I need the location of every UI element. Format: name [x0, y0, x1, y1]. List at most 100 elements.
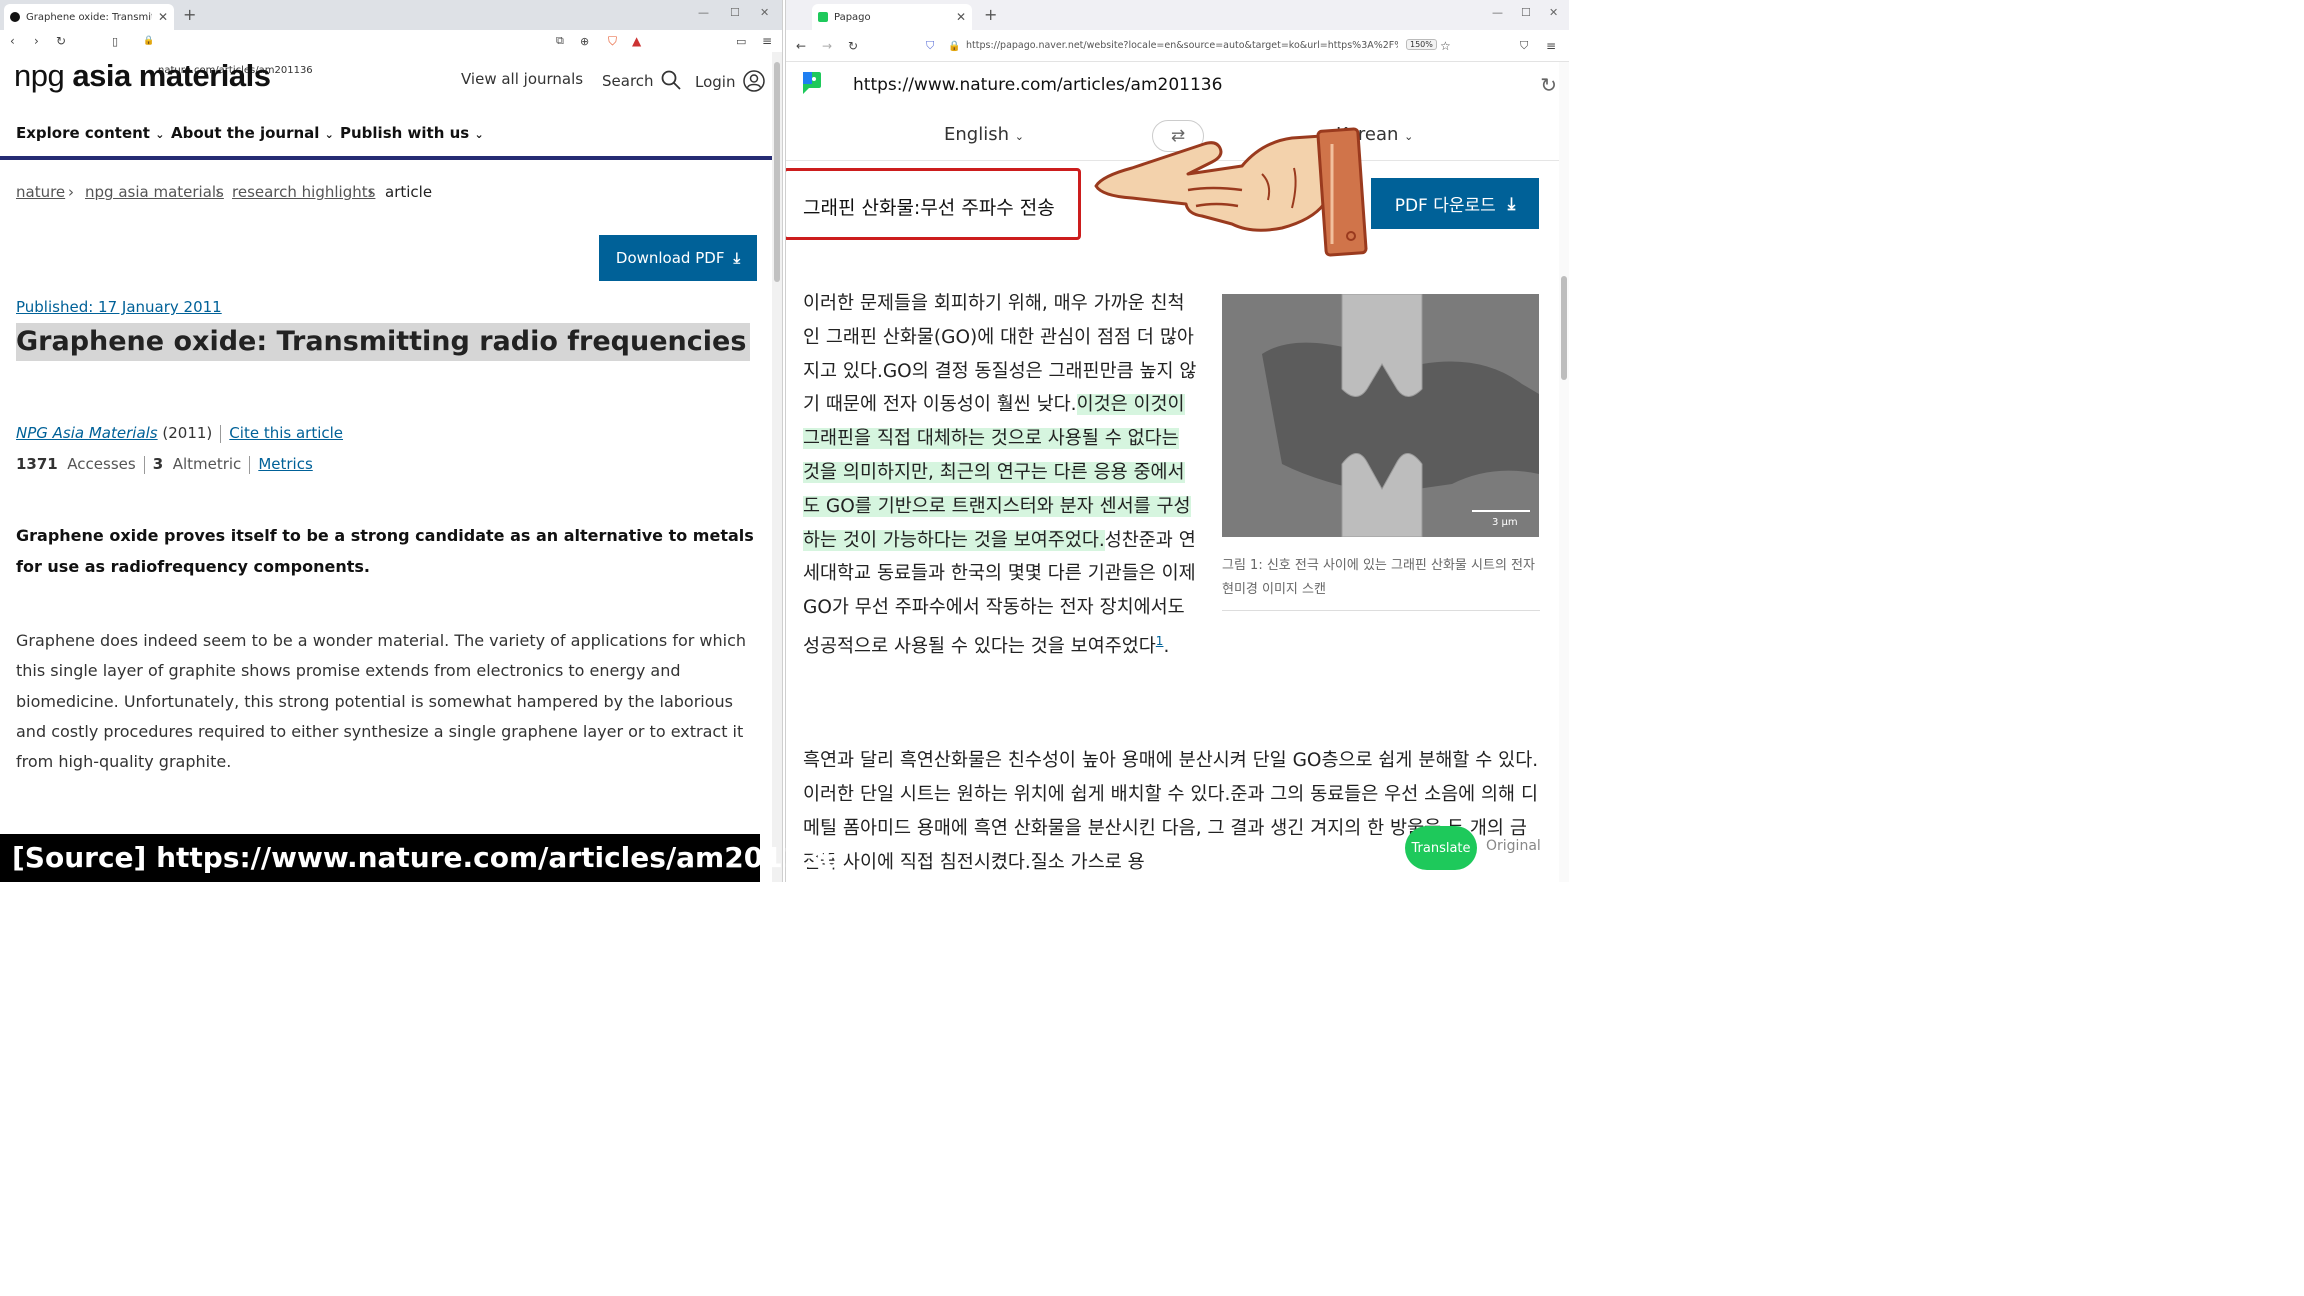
close-window-icon[interactable]: ✕	[760, 6, 769, 19]
minimize-icon[interactable]: —	[698, 6, 709, 19]
maximize-icon[interactable]: ☐	[730, 6, 740, 19]
minimize-icon[interactable]: —	[1492, 6, 1503, 19]
altmetric-count: 3	[152, 455, 164, 473]
download-icon: ⤓	[733, 249, 741, 267]
chevron-down-icon: ⌄	[324, 128, 334, 141]
tracking-shield-icon[interactable]: ⛉	[926, 39, 934, 53]
brave-shield-icon[interactable]: ⛉	[608, 34, 617, 49]
source-caption-bar: [Source] https://www.nature.com/articles…	[0, 834, 841, 882]
close-tab-icon[interactable]: ✕	[956, 10, 966, 24]
refresh-translation-icon[interactable]: ↻	[1540, 73, 1557, 97]
download-pdf-button[interactable]: Download PDF ⤓	[599, 235, 757, 281]
menu-explore-content[interactable]: Explore content ⌄	[16, 124, 164, 142]
cite-this-article-link[interactable]: Cite this article	[229, 424, 343, 442]
menu-icon[interactable]: ≡	[1546, 39, 1556, 53]
chevron-down-icon: ⌄	[1404, 130, 1414, 143]
logo-light-text: npg	[14, 58, 65, 93]
right-address-bar[interactable]: https://papago.naver.net/website?locale=…	[966, 40, 1398, 51]
new-tab-icon[interactable]: +	[183, 5, 196, 24]
menu-publish[interactable]: Publish with us ⌄	[340, 124, 484, 142]
paragraph-end: .	[1163, 636, 1170, 658]
article-title: Graphene oxide: Transmitting radio frequ…	[16, 323, 751, 361]
journal-year: (2011)	[162, 424, 213, 442]
menu-label: Publish with us	[340, 124, 470, 142]
original-toggle-button[interactable]: Original	[1486, 838, 1541, 854]
electron-micrograph: 3 μm	[1222, 294, 1539, 537]
maximize-icon[interactable]: ☐	[1521, 6, 1531, 19]
nature-favicon-icon	[10, 12, 20, 22]
back-icon[interactable]: ‹	[10, 34, 15, 48]
translate-icon[interactable]: ⧉	[556, 34, 564, 48]
breadcrumb-nature[interactable]: nature	[16, 183, 65, 201]
pointing-hand-icon	[1094, 127, 1368, 257]
highlighted-sentence[interactable]: 이것은 이것이 그래핀을 직접 대체하는 것으로 사용될 수 없다는 것을 의미…	[803, 394, 1191, 551]
right-tab-papago[interactable]: Papago ✕	[812, 4, 972, 30]
logo-bold-text: asia materials	[72, 58, 271, 93]
reload-icon[interactable]: ↻	[56, 34, 66, 48]
scrollbar-thumb[interactable]	[774, 62, 780, 282]
figure-caption: 그림 1: 신호 전극 사이에 있는 그래핀 산화물 시트의 전자 현미경 이미…	[1222, 558, 1535, 597]
forward-icon[interactable]: →	[822, 39, 832, 53]
published-date: Published: 17 January 2011	[16, 298, 222, 316]
source-language-dropdown[interactable]: English ⌄	[944, 124, 1024, 145]
bookmark-icon[interactable]: ▯	[112, 35, 118, 48]
citation-line: NPG Asia Materials (2011) Cite this artic…	[16, 424, 343, 443]
login-link[interactable]: Login	[695, 70, 765, 92]
breadcrumb-npg-asia-materials[interactable]: npg asia materials	[85, 183, 224, 201]
source-language-label: English	[944, 124, 1009, 145]
translated-url[interactable]: https://www.nature.com/articles/am201136	[853, 75, 1222, 95]
breadcrumb-research-highlights[interactable]: research highlights	[232, 183, 375, 201]
menu-about-journal[interactable]: About the journal ⌄	[171, 124, 334, 142]
left-tab-strip: Graphene oxide: Transmitting rad ✕ + — ☐…	[0, 0, 782, 30]
scrollbar-thumb[interactable]	[1561, 276, 1567, 380]
menu-label: Explore content	[16, 124, 150, 142]
lock-icon: 🔒	[948, 40, 961, 52]
search-link[interactable]: Search	[602, 70, 681, 90]
breadcrumb-separator-icon: ›	[368, 183, 374, 201]
pocket-icon[interactable]: ⛉	[1520, 39, 1528, 53]
article-lead: Graphene oxide proves itself to be a str…	[16, 526, 754, 576]
breadcrumb-article: article	[385, 183, 433, 201]
menu-label: About the journal	[171, 124, 320, 142]
metrics-link[interactable]: Metrics	[258, 455, 312, 473]
pdf-download-button[interactable]: PDF 다운로드 ⤓	[1371, 178, 1539, 229]
journal-logo[interactable]: npg asia materials	[14, 58, 271, 94]
brave-rewards-icon[interactable]: ▲	[632, 34, 641, 48]
new-tab-icon[interactable]: +	[984, 5, 997, 24]
article-metrics: 1371 Accesses 3 Altmetric Metrics	[16, 455, 313, 474]
journal-link[interactable]: NPG Asia Materials	[16, 424, 158, 442]
sem-figure-image[interactable]: 3 μm	[1222, 294, 1539, 537]
translated-title: 그래핀 산화물:무선 주파수 전송	[803, 197, 1055, 219]
star-icon[interactable]: ☆	[1440, 39, 1451, 53]
zoom-level-badge[interactable]: 150%	[1406, 39, 1437, 50]
chevron-down-icon: ⌄	[474, 128, 484, 141]
papago-url-header: https://www.nature.com/articles/am201136…	[786, 62, 1569, 107]
download-icon: ⤓	[1507, 193, 1516, 214]
lock-icon: 🔒	[143, 36, 155, 46]
close-tab-icon[interactable]: ✕	[158, 10, 168, 24]
menu-icon[interactable]: ≡	[762, 34, 772, 48]
view-all-journals-link[interactable]: View all journals	[461, 70, 583, 88]
wallet-icon[interactable]: ▭	[736, 35, 746, 48]
scale-bar-label: 3 μm	[1492, 517, 1518, 528]
close-window-icon[interactable]: ✕	[1549, 6, 1558, 19]
left-browser-window: Graphene oxide: Transmitting rad ✕ + — ☐…	[0, 0, 783, 882]
login-label: Login	[695, 73, 736, 91]
left-nav-bar: ‹ › ↻ ▯ 🔒 nature.com/articles/am201136 ⧉…	[0, 30, 782, 76]
right-scrollbar[interactable]	[1559, 62, 1569, 882]
accesses-label: Accesses	[67, 455, 136, 473]
left-tab-article[interactable]: Graphene oxide: Transmitting rad ✕	[4, 4, 174, 30]
left-tab-title: Graphene oxide: Transmitting rad	[26, 11, 152, 23]
reload-icon[interactable]: ↻	[848, 39, 858, 53]
user-icon	[743, 70, 765, 92]
forward-icon[interactable]: ›	[34, 34, 39, 48]
search-icon	[661, 70, 681, 90]
right-tab-strip: Papago ✕ + — ☐ ✕	[786, 0, 1569, 30]
back-icon[interactable]: ←	[796, 39, 806, 53]
accesses-count: 1371	[16, 455, 58, 473]
left-scrollbar[interactable]	[772, 52, 782, 882]
search-label: Search	[602, 72, 654, 90]
translate-toggle-button[interactable]: Translate	[1405, 826, 1477, 870]
altmetric-label: Altmetric	[172, 455, 242, 473]
zoom-icon[interactable]: ⊕	[580, 35, 589, 48]
